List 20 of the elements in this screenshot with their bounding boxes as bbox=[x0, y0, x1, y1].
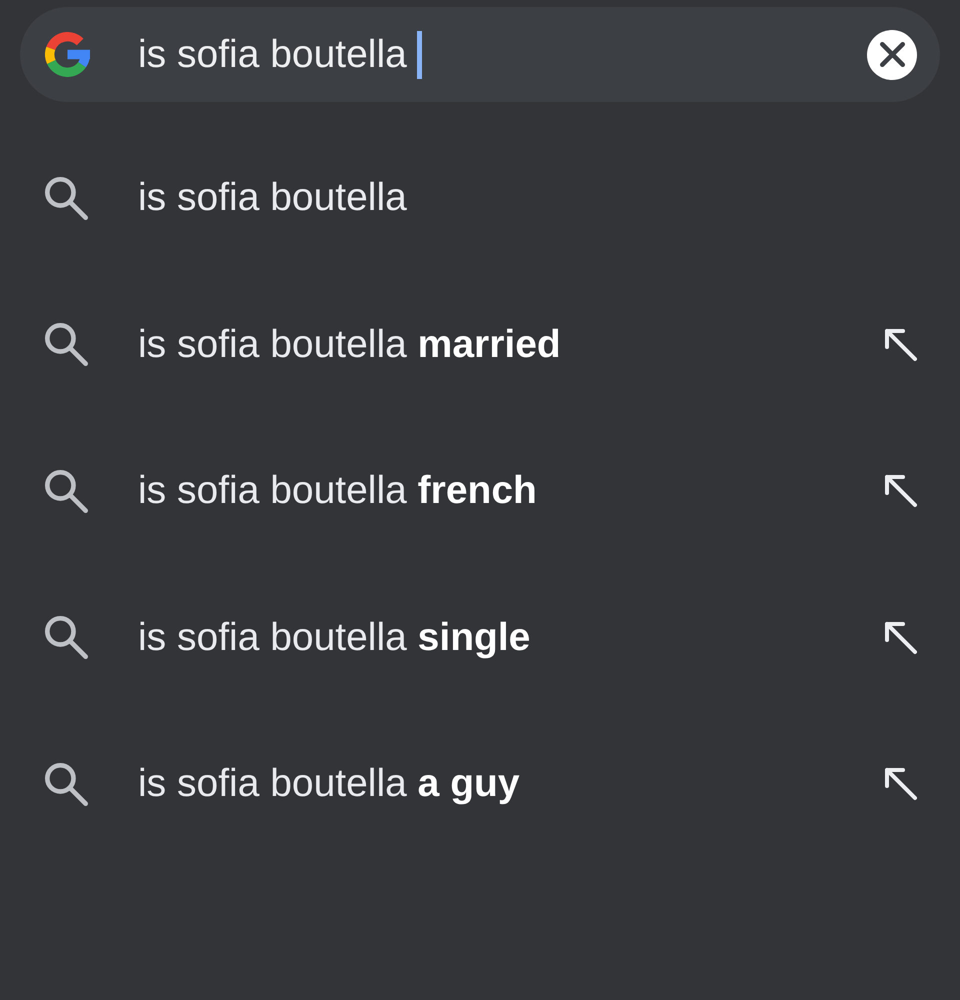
arrow-up-left-icon[interactable] bbox=[885, 474, 917, 508]
search-icon bbox=[45, 762, 88, 806]
suggestion-text[interactable]: is sofia boutella a guy bbox=[138, 762, 520, 806]
suggestion-text[interactable]: is sofia boutella french bbox=[138, 469, 537, 514]
close-icon bbox=[880, 42, 904, 67]
clear-button[interactable] bbox=[867, 30, 917, 80]
arrow-up-left-icon[interactable] bbox=[885, 328, 917, 362]
suggestion-text[interactable]: is sofia boutella married bbox=[138, 322, 561, 367]
suggestion-text[interactable]: is sofia boutella single bbox=[138, 616, 530, 660]
arrow-up-left-icon[interactable] bbox=[885, 767, 917, 802]
search-query: is sofia boutella bbox=[138, 32, 407, 76]
search-icon bbox=[45, 176, 88, 220]
g-logo-icon bbox=[45, 32, 90, 77]
search-icon bbox=[45, 470, 88, 513]
suggestion-text[interactable]: is sofia boutella bbox=[138, 176, 407, 220]
search-icon bbox=[45, 323, 88, 366]
arrow-up-left-icon[interactable] bbox=[885, 620, 917, 655]
text-cursor-icon bbox=[416, 30, 422, 78]
search-icon bbox=[45, 616, 88, 660]
search-field[interactable]: is sofia boutella bbox=[20, 7, 940, 102]
